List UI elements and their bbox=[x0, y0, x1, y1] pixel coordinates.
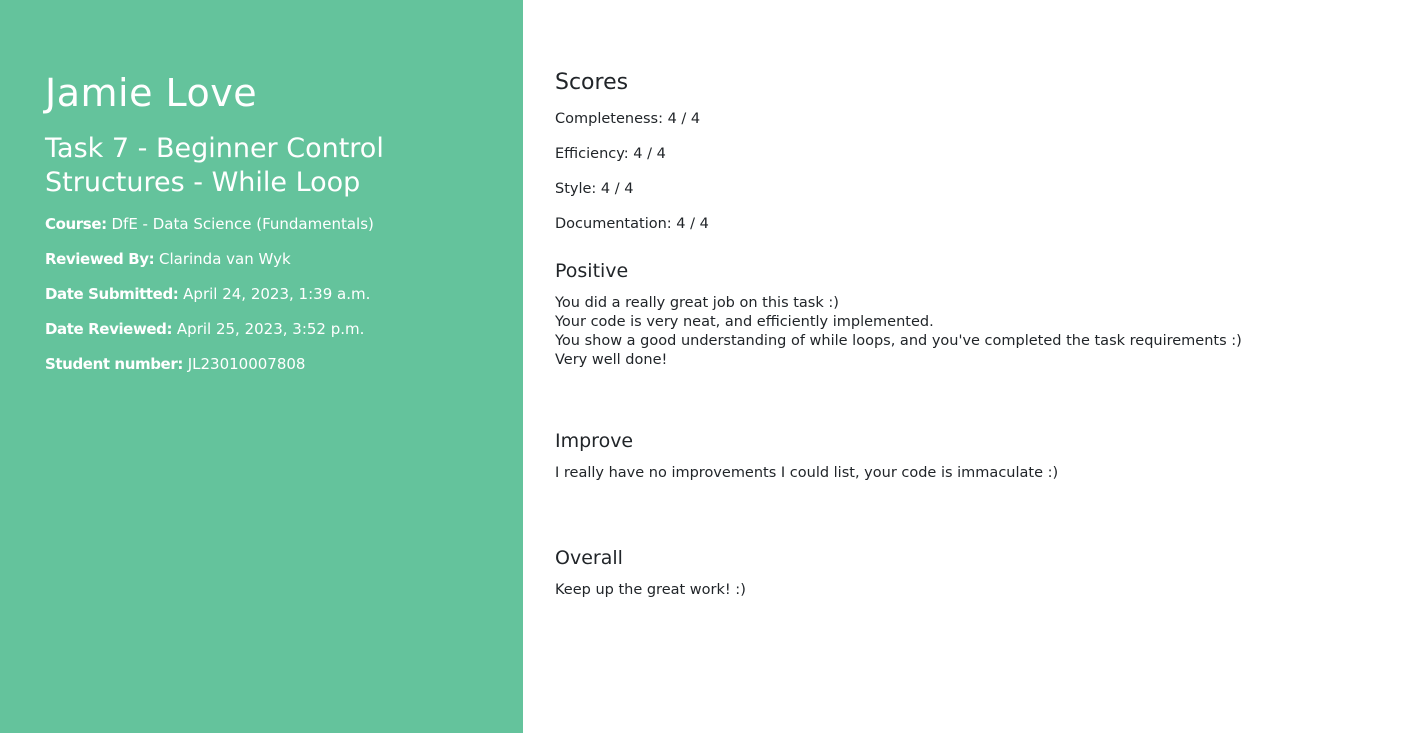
reviewed-label: Date Reviewed: bbox=[45, 320, 173, 338]
reviewed-value: April 25, 2023, 3:52 p.m. bbox=[176, 320, 365, 338]
positive-heading: Positive bbox=[555, 260, 629, 282]
course-label: Course: bbox=[45, 215, 107, 233]
student-number-value: JL23010007808 bbox=[187, 355, 306, 373]
overall-heading: Overall bbox=[555, 547, 623, 569]
course-value: DfE - Data Science (Fundamentals) bbox=[111, 215, 374, 233]
submitted-row: Date Submitted: April 24, 2023, 1:39 a.m… bbox=[45, 284, 523, 305]
score-style: Style: 4 / 4 bbox=[555, 181, 634, 197]
score-completeness: Completeness: 4 / 4 bbox=[555, 111, 701, 127]
student-number-label: Student number: bbox=[45, 355, 183, 373]
reviewer-row: Reviewed By: Clarinda van Wyk bbox=[45, 249, 523, 270]
overall-text: Keep up the great work! :) bbox=[555, 582, 746, 598]
score-efficiency: Efficiency: 4 / 4 bbox=[555, 146, 666, 162]
positive-line: You show a good understanding of while l… bbox=[555, 333, 1242, 349]
task-title: Task 7 - Beginner Control Structures - W… bbox=[45, 133, 384, 198]
reviewer-label: Reviewed By: bbox=[45, 250, 155, 268]
positive-line: Very well done! bbox=[555, 352, 668, 368]
reviewed-row: Date Reviewed: April 25, 2023, 3:52 p.m. bbox=[45, 319, 523, 340]
positive-line: You did a really great job on this task … bbox=[555, 295, 839, 311]
student-sidebar: Jamie Love Task 7 - Beginner Control Str… bbox=[0, 0, 523, 733]
reviewer-value: Clarinda van Wyk bbox=[159, 250, 291, 268]
improve-heading: Improve bbox=[555, 430, 634, 452]
student-name: Jamie Love bbox=[45, 71, 258, 115]
submitted-value: April 24, 2023, 1:39 a.m. bbox=[183, 285, 371, 303]
review-content: Scores Completeness: 4 / 4 Efficiency: 4… bbox=[523, 0, 1407, 733]
course-row: Course: DfE - Data Science (Fundamentals… bbox=[45, 214, 523, 235]
improve-text: I really have no improvements I could li… bbox=[555, 465, 1059, 481]
student-number-row: Student number: JL23010007808 bbox=[45, 354, 523, 375]
positive-line: Your code is very neat, and efficiently … bbox=[555, 314, 934, 330]
scores-heading: Scores bbox=[555, 70, 629, 95]
score-documentation: Documentation: 4 / 4 bbox=[555, 216, 709, 232]
submitted-label: Date Submitted: bbox=[45, 285, 179, 303]
